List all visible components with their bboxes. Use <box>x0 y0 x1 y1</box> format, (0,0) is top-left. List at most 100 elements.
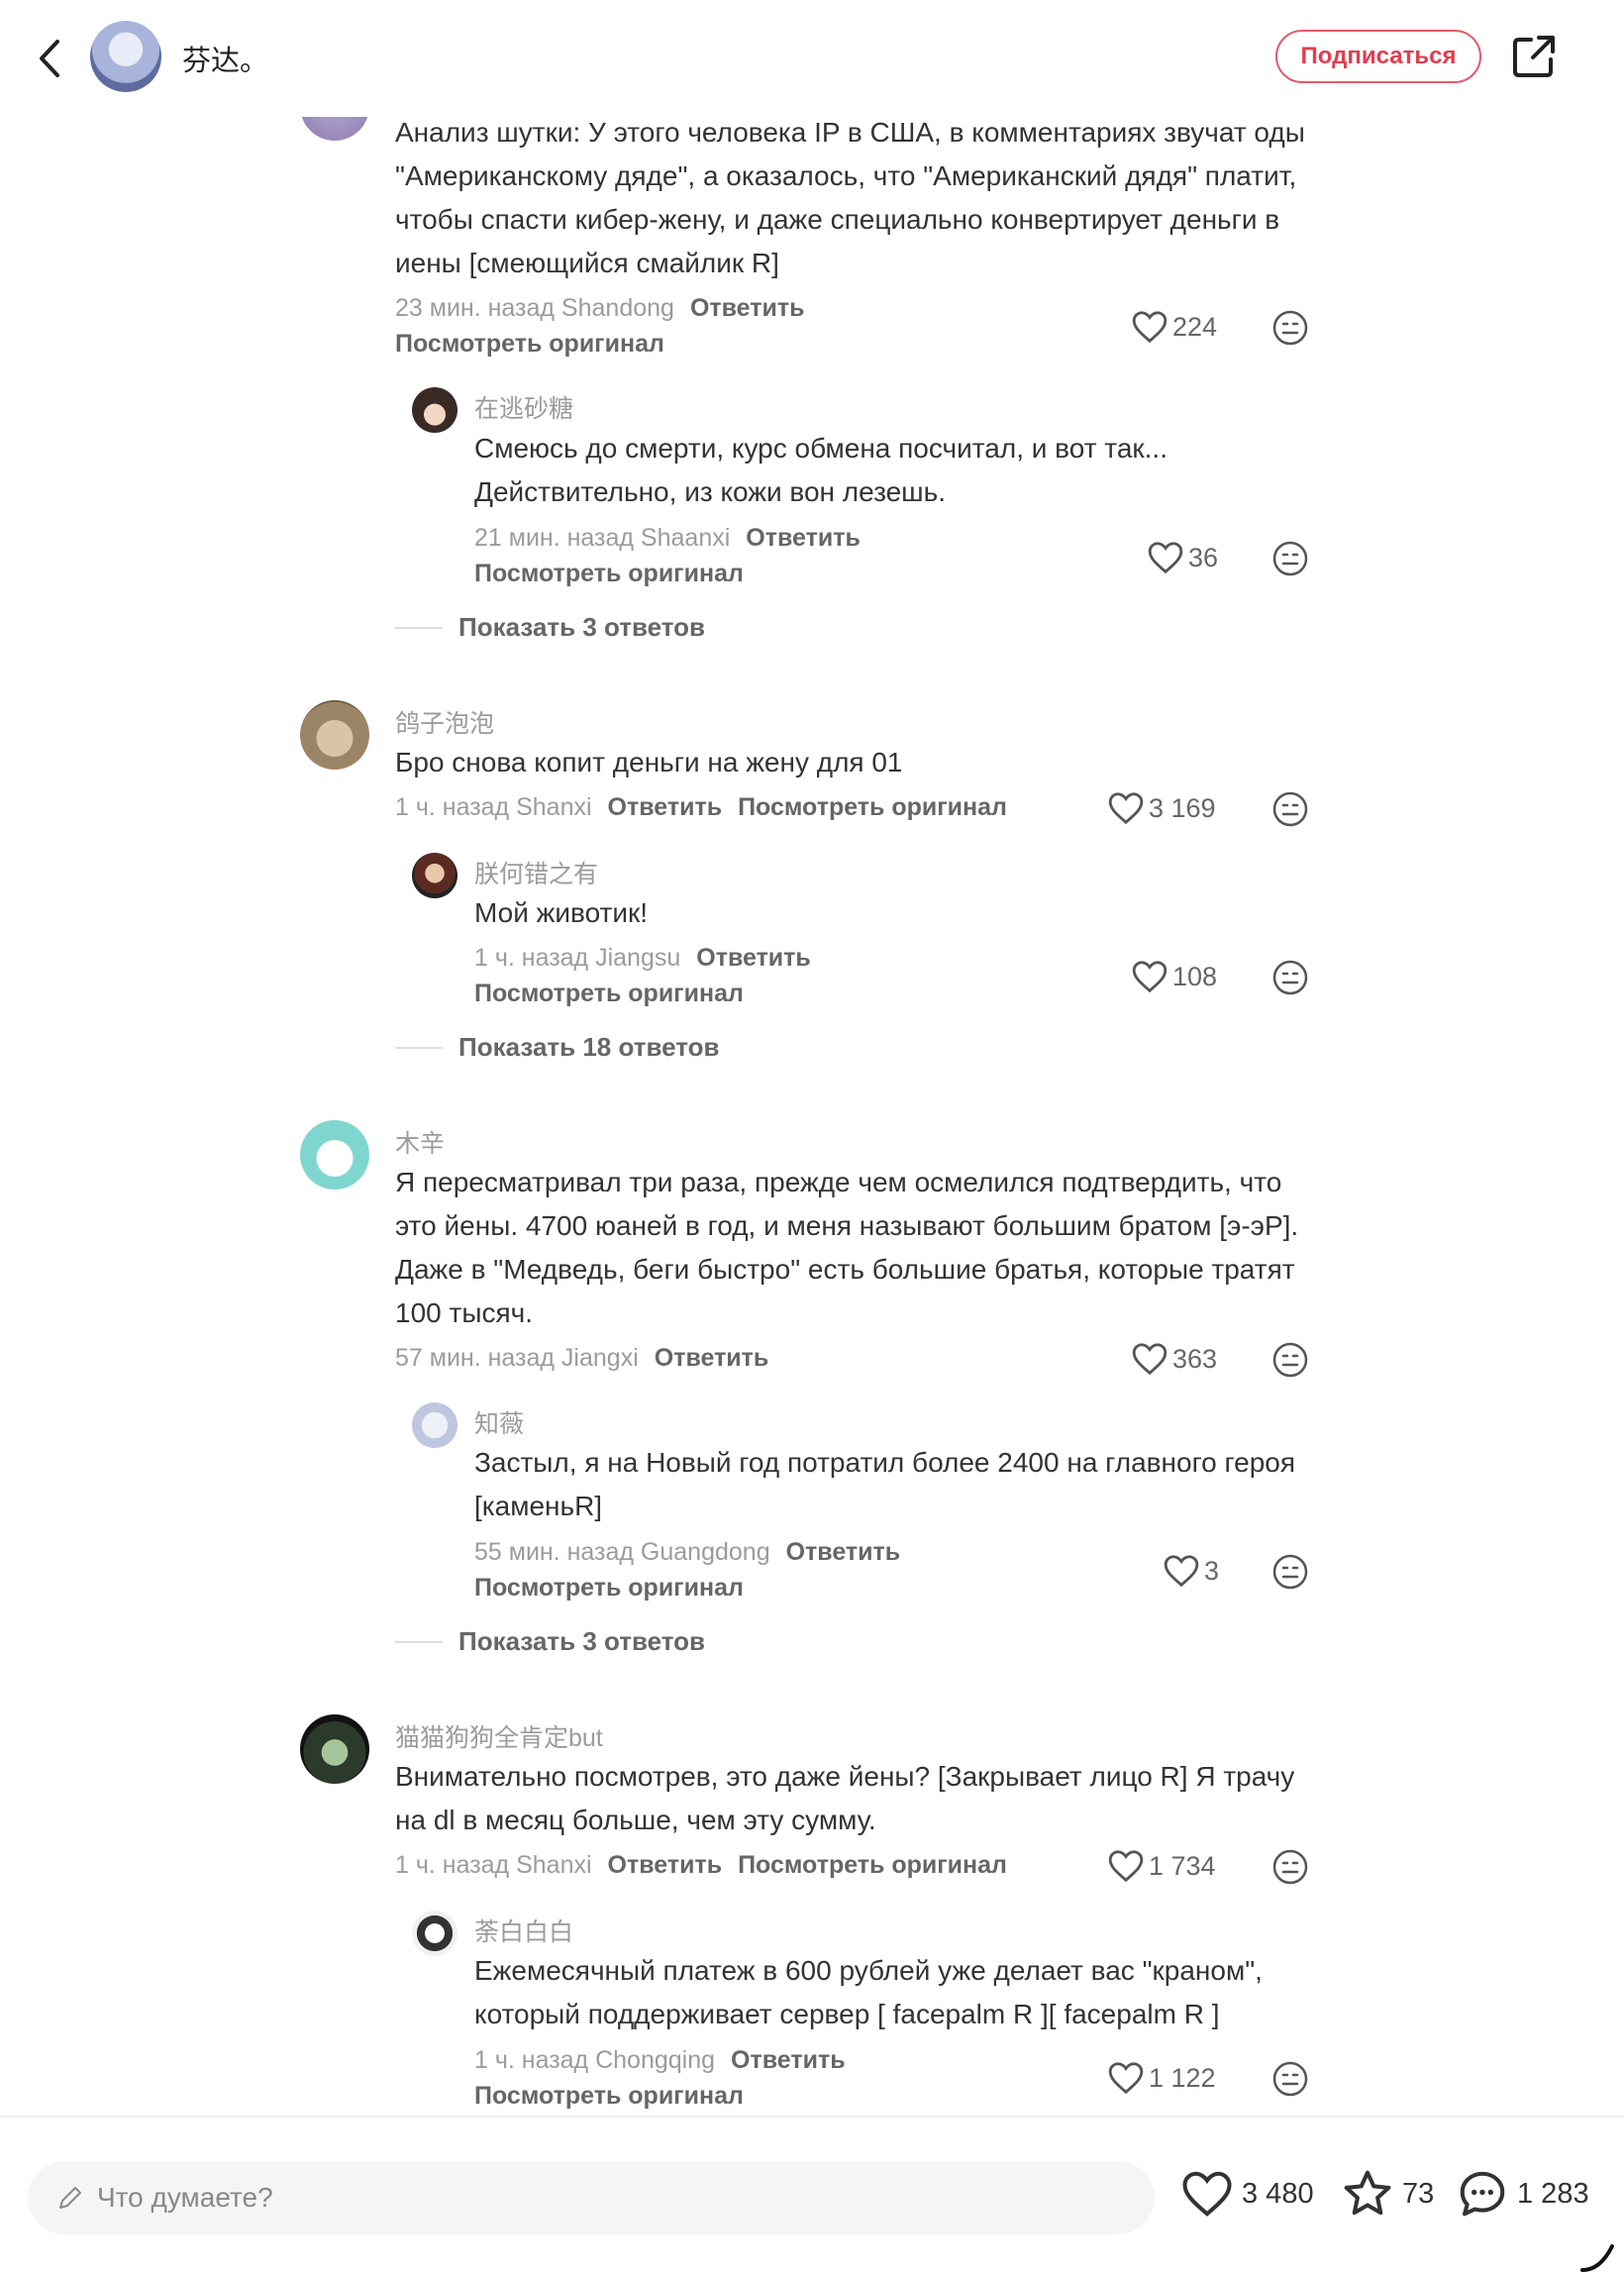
view-original-button[interactable]: Посмотреть оригинал <box>738 1851 1007 1879</box>
view-original-button[interactable]: Посмотреть оригинал <box>395 330 664 359</box>
like-button[interactable]: 36 <box>1147 540 1218 575</box>
pencil-icon <box>59 2187 81 2209</box>
heart-icon <box>1148 542 1183 574</box>
view-original-button[interactable]: Посмотреть оригинал <box>738 793 1007 821</box>
comment-time-location: 1 ч. назад Shanxi <box>395 1851 592 1879</box>
like-button[interactable]: 3 <box>1163 1553 1219 1589</box>
favorite-button[interactable]: 73 <box>1341 2167 1434 2221</box>
view-original-button[interactable]: Посмотреть оригинал <box>474 1574 744 1603</box>
heart-icon <box>1132 311 1167 344</box>
reply-time-location: 1 ч. назад Jiangsu <box>474 944 681 972</box>
reply-text: Застыл, я на Новый год потратил более 24… <box>474 1447 1296 1521</box>
view-original-button[interactable]: Посмотреть оригинал <box>474 980 744 1008</box>
comment-count: 1 283 <box>1517 2177 1589 2210</box>
heart-icon <box>1132 1343 1167 1376</box>
commenter-avatar[interactable] <box>300 1714 369 1784</box>
share-icon[interactable] <box>1511 34 1557 79</box>
reply-author[interactable]: 知薇 <box>474 1404 524 1440</box>
comment-text: Бро снова копит деньги на жену для 01 <box>395 747 903 777</box>
top-bar: 芬达。 Подписаться <box>0 0 1624 117</box>
show-replies-button[interactable]: Показать 3 ответов <box>395 1626 705 1657</box>
like-button[interactable]: 363 <box>1131 1341 1217 1377</box>
comment-meta: 23 мин. назад Shandong Ответить <box>395 294 804 323</box>
heart-icon <box>1108 792 1144 825</box>
neutral-face-icon[interactable] <box>1271 959 1309 996</box>
reply-button[interactable]: Ответить <box>608 793 723 821</box>
reply-author[interactable]: 在逃砂糖 <box>474 389 573 425</box>
favorite-count: 73 <box>1402 2177 1435 2210</box>
author-name[interactable]: 芬达。 <box>182 38 268 79</box>
view-original-button[interactable]: Посмотреть оригинал <box>474 560 744 588</box>
comment-input[interactable]: Что думаете? <box>28 2161 1155 2234</box>
show-replies-button[interactable]: Показать 18 ответов <box>395 1032 719 1063</box>
reply-text: Ежемесячный платеж в 600 рублей уже дела… <box>474 1955 1263 2029</box>
bottom-bar: Что думаете? 3 480 73 1 283 <box>0 2116 1624 2276</box>
like-count: 36 <box>1188 542 1219 572</box>
subscribe-button[interactable]: Подписаться <box>1275 30 1481 83</box>
reply-time-location: 55 мин. назад Guangdong <box>474 1538 770 1566</box>
divider <box>395 626 443 629</box>
like-button[interactable]: 1 734 <box>1107 1848 1216 1884</box>
neutral-face-icon[interactable] <box>1271 790 1309 828</box>
reply-button[interactable]: Ответить <box>746 524 861 552</box>
reply-avatar[interactable] <box>412 1911 457 1956</box>
comment-meta: 1 ч. назад Shanxi Ответить Посмотреть ориг… <box>395 793 1007 822</box>
chat-bubble-icon <box>1460 2171 1505 2217</box>
reply-meta: 21 мин. назад Shaanxi Ответить <box>474 524 861 553</box>
reply-avatar[interactable] <box>412 1402 457 1448</box>
reply-avatar[interactable] <box>412 387 457 433</box>
divider <box>395 1046 443 1049</box>
reply-button[interactable]: Ответить <box>786 1538 901 1566</box>
comment-author[interactable]: 鸽子泡泡 <box>395 704 494 740</box>
reply-time-location: 1 ч. назад Chongqing <box>474 2046 716 2074</box>
neutral-face-icon[interactable] <box>1271 1848 1309 1886</box>
reply-meta: 1 ч. назад Chongqing Ответить <box>474 2046 846 2075</box>
like-button[interactable]: 1 122 <box>1107 2060 1216 2096</box>
reply-avatar[interactable] <box>412 853 457 898</box>
comment-time-location: 23 мин. назад Shandong <box>395 294 674 322</box>
like-button[interactable]: 3 169 <box>1107 790 1216 826</box>
reply-button[interactable]: Ответить <box>696 944 811 972</box>
comment-text: Я пересматривал три раза, прежде чем осм… <box>395 1167 1299 1328</box>
reply-author[interactable]: 荼白白白 <box>474 1913 573 1948</box>
comment-meta: 1 ч. назад Shanxi Ответить Посмотреть ориг… <box>395 1851 1007 1880</box>
show-replies-button[interactable]: Показать 3 ответов <box>395 612 705 643</box>
back-arrow-icon[interactable] <box>30 34 69 83</box>
reply-button[interactable]: Ответить <box>731 2046 846 2074</box>
neutral-face-icon[interactable] <box>1271 1553 1309 1591</box>
heart-icon <box>1164 1555 1199 1588</box>
neutral-face-icon[interactable] <box>1271 1341 1309 1379</box>
show-replies-label: Показать 3 ответов <box>458 1626 706 1656</box>
reply-time-location: 21 мин. назад Shaanxi <box>474 524 731 552</box>
like-button[interactable]: 108 <box>1131 959 1217 994</box>
reply-text: Мой животик! <box>474 897 649 928</box>
reply-button[interactable]: Ответить <box>655 1344 769 1372</box>
heart-icon <box>1182 2171 1232 2217</box>
comments-button[interactable]: 1 283 <box>1456 2167 1589 2221</box>
star-icon <box>1344 2170 1391 2216</box>
heart-icon <box>1108 2062 1144 2095</box>
reply-button[interactable]: Ответить <box>690 294 805 322</box>
view-original-button[interactable]: Посмотреть оригинал <box>474 2082 744 2111</box>
author-avatar[interactable] <box>90 21 161 92</box>
neutral-face-icon[interactable] <box>1271 540 1309 577</box>
reply-author[interactable]: 朕何错之有 <box>474 855 598 890</box>
like-count: 108 <box>1172 961 1218 991</box>
comment-time-location: 1 ч. назад Shanxi <box>395 793 592 821</box>
commenter-avatar[interactable] <box>300 1120 369 1190</box>
neutral-face-icon[interactable] <box>1271 309 1309 347</box>
like-count: 1 122 <box>1149 2062 1216 2093</box>
post-like-button[interactable]: 3 480 <box>1180 2167 1314 2221</box>
comment-author[interactable]: 猫猫狗狗全肯定but <box>395 1718 603 1754</box>
comment-text: Внимательно посмотрев, это даже йены? [З… <box>395 1761 1295 1835</box>
show-replies-label: Показать 18 ответов <box>458 1032 720 1062</box>
like-button[interactable]: 224 <box>1131 309 1217 345</box>
like-count: 363 <box>1172 1343 1218 1374</box>
neutral-face-icon[interactable] <box>1271 2060 1309 2098</box>
heart-icon <box>1132 961 1167 993</box>
comment-author[interactable]: 木辛 <box>395 1124 445 1160</box>
commenter-avatar[interactable] <box>300 700 369 770</box>
reply-button[interactable]: Ответить <box>608 1851 723 1879</box>
post-like-count: 3 480 <box>1242 2177 1314 2210</box>
heart-icon <box>1108 1850 1144 1883</box>
